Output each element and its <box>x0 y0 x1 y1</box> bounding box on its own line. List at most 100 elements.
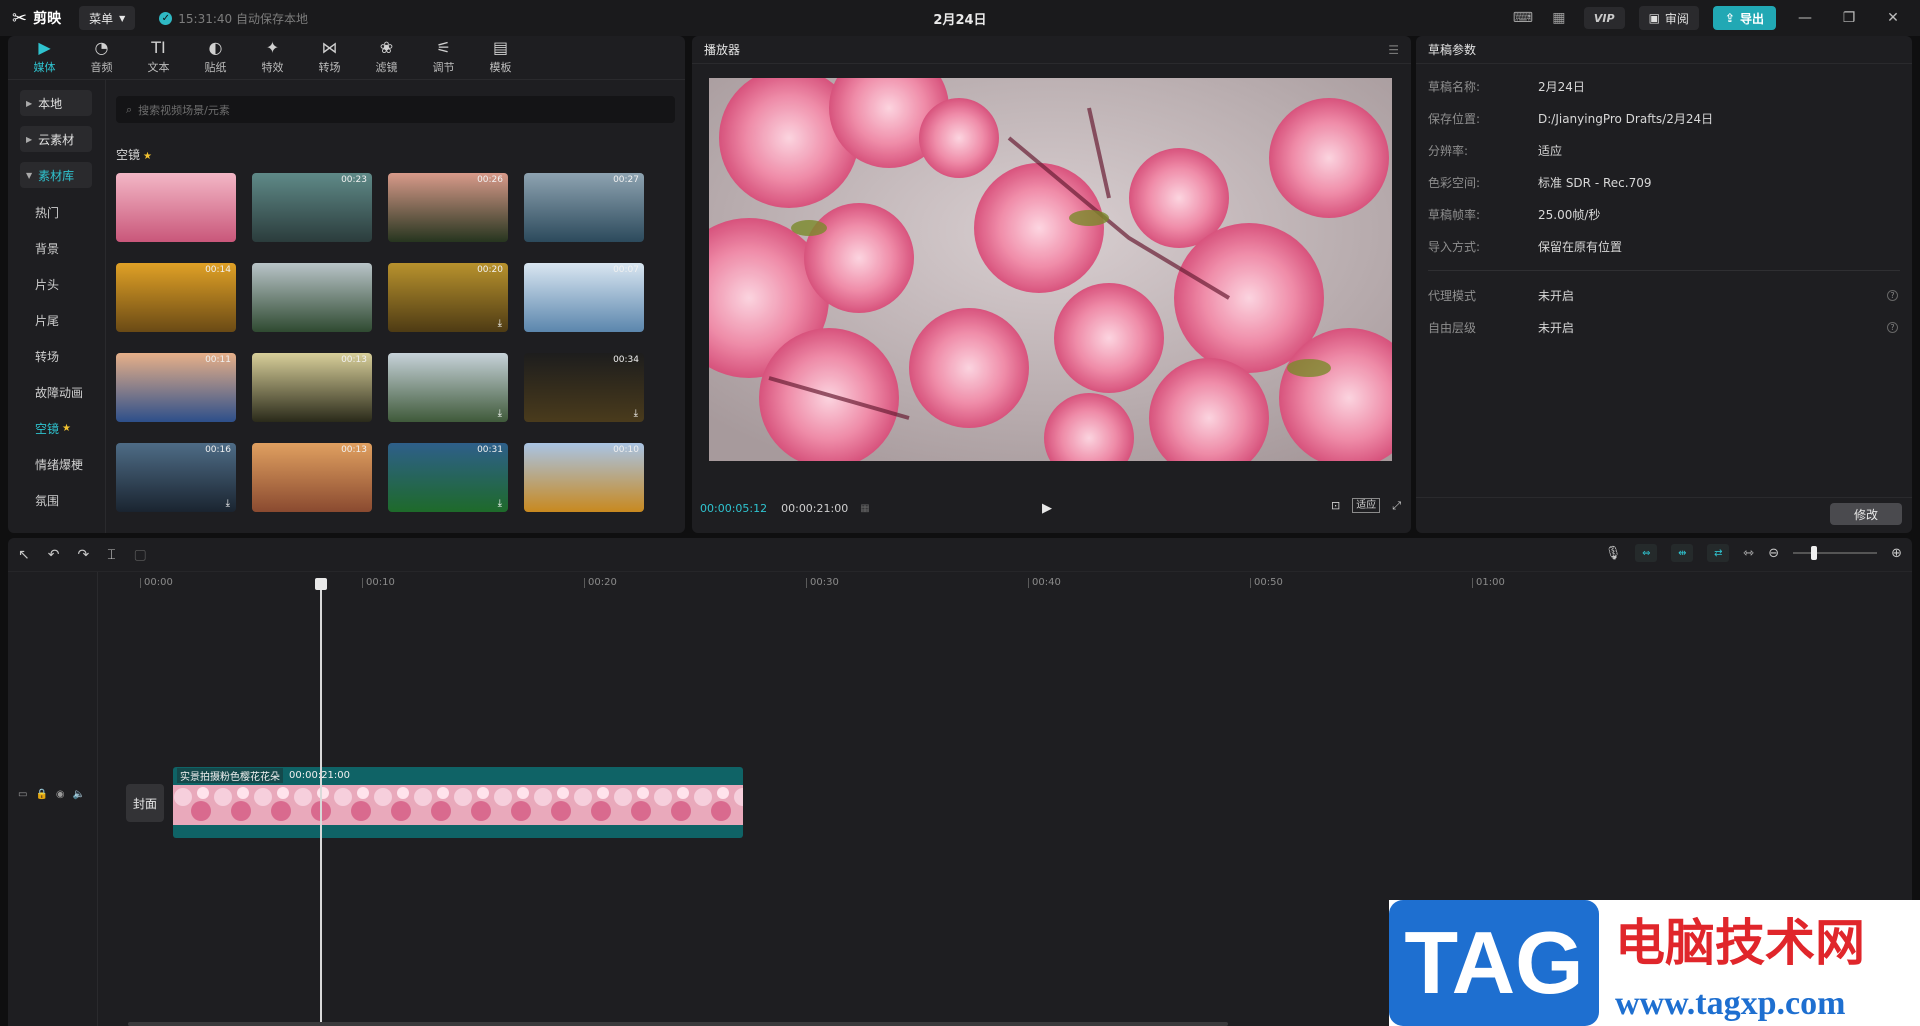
modify-button[interactable]: 修改 <box>1830 503 1902 525</box>
draft-param-row: 分辨率: 适应 <box>1416 134 1912 166</box>
search-input[interactable]: ⌕ 搜索视频场景/元素 <box>116 96 675 123</box>
keyboard-icon[interactable]: ⌨ <box>1512 7 1534 29</box>
download-icon[interactable]: ⤓ <box>498 318 502 329</box>
media-thumbnail[interactable]: 00:07 <box>524 263 644 332</box>
sidebar-item-outro[interactable]: 片尾 <box>35 302 105 338</box>
star-icon: ★ <box>143 151 152 162</box>
media-thumbnail[interactable]: 00:23 <box>252 173 372 242</box>
linkage-icon[interactable]: ⇄ <box>1707 544 1730 562</box>
media-thumbnail[interactable] <box>116 173 236 242</box>
sidebar-item-atmosphere[interactable]: 氛围 <box>35 482 105 518</box>
download-icon[interactable]: ⤓ <box>498 498 502 509</box>
media-thumbnail[interactable]: 00:13 <box>252 443 372 512</box>
video-clip[interactable]: 实景拍摄粉色樱花花朵 00:00:21:00 <box>173 767 743 838</box>
crop-icon[interactable]: ⊡ <box>1331 499 1340 512</box>
timecode-grid-icon[interactable]: ▦ <box>860 503 869 514</box>
media-thumbnail[interactable] <box>252 263 372 332</box>
media-thumbnail[interactable]: 00:14 <box>116 263 236 332</box>
time-ruler[interactable]: 00:00 00:10 00:20 00:30 00:40 00:50 01:00 <box>140 572 1912 594</box>
fullscreen-icon[interactable]: ⤢ <box>1392 499 1401 513</box>
param-value: 未开启 <box>1538 320 1575 335</box>
export-button[interactable]: ⇪ 导出 <box>1712 6 1776 30</box>
tab-audio[interactable]: ◔ 音频 <box>73 36 130 79</box>
sidebar-item-empty-shot[interactable]: 空镜 ★ <box>35 410 105 446</box>
media-thumbnail[interactable]: ⤓ <box>388 353 508 422</box>
zoom-out-icon[interactable]: ⊖ <box>1768 546 1779 561</box>
auto-snap-icon[interactable]: ⇹ <box>1671 544 1694 562</box>
tab-text[interactable]: TI 文本 <box>130 36 187 79</box>
tab-adjust[interactable]: ⚟ 调节 <box>415 36 472 79</box>
tab-sticker[interactable]: ◐ 贴纸 <box>187 36 244 79</box>
star-icon: ★ <box>62 422 71 434</box>
zoom-slider-knob[interactable] <box>1811 546 1818 560</box>
media-thumbnail[interactable]: 00:34 ⤓ <box>524 353 644 422</box>
download-icon[interactable]: ⤓ <box>226 498 230 509</box>
layout-icon[interactable]: ▦ <box>1548 7 1570 29</box>
play-icon[interactable]: ▶ <box>1042 501 1052 516</box>
media-thumbnail[interactable]: 00:26 <box>388 173 508 242</box>
zoom-in-icon[interactable]: ⊕ <box>1891 546 1902 561</box>
sidebar-local-button[interactable]: ▶ 本地 <box>20 90 92 116</box>
search-placeholder: 搜索视频场景/元素 <box>138 103 230 117</box>
cover-button[interactable]: 封面 <box>126 784 164 822</box>
tab-template[interactable]: ▤ 模板 <box>472 36 529 79</box>
track-controls: ▭ 🔒 ◉ 🔈 <box>18 789 85 800</box>
volume-icon[interactable]: 🔈 <box>73 789 85 800</box>
help-icon[interactable]: ? <box>1887 321 1898 333</box>
vip-badge[interactable]: VIP <box>1583 7 1625 29</box>
export-label: 导出 <box>1739 11 1764 26</box>
review-button[interactable]: ▣ 审阅 <box>1638 6 1699 30</box>
review-label: 审阅 <box>1664 11 1689 26</box>
minimize-icon[interactable]: — <box>1790 10 1820 26</box>
main-track-magnet-icon[interactable]: ⇔ <box>1635 544 1658 562</box>
eye-icon[interactable]: ◉ <box>56 789 65 800</box>
draft-header: 草稿参数 <box>1416 36 1912 64</box>
sidebar-item-emotion[interactable]: 情绪爆梗 <box>35 446 105 482</box>
media-thumbnail[interactable]: 00:31 ⤓ <box>388 443 508 512</box>
download-icon[interactable]: ⤓ <box>498 408 502 419</box>
playhead[interactable] <box>315 578 327 1024</box>
media-thumbnail[interactable]: 00:20 ⤓ <box>388 263 508 332</box>
lock-icon[interactable]: 🔒 <box>35 789 47 800</box>
undo-icon[interactable]: ↶ <box>48 547 60 563</box>
restore-icon[interactable]: ❐ <box>1834 10 1864 26</box>
playhead-handle[interactable] <box>315 578 327 590</box>
horizontal-scrollbar[interactable] <box>128 1022 1228 1026</box>
microphone-icon[interactable]: 🎙 <box>1605 546 1622 561</box>
sidebar-item-glitch[interactable]: 故障动画 <box>35 374 105 410</box>
menu-button[interactable]: 菜单 ▼ <box>79 6 136 30</box>
sidebar-library-button[interactable]: ▼ 素材库 <box>20 162 92 188</box>
sidebar-item-background[interactable]: 背景 <box>35 230 105 266</box>
media-thumbnail[interactable]: 00:27 <box>524 173 644 242</box>
thumbnail-duration: 00:31 <box>477 445 503 455</box>
text-icon: TI <box>151 38 166 57</box>
split-icon[interactable]: ⌶ <box>107 547 115 563</box>
fit-ratio-button[interactable]: 适应 <box>1352 498 1381 513</box>
player-controls: 00:00:05:12 00:00:21:00 ▦ ▶ ⊡ 适应 ⤢ <box>692 483 1411 533</box>
video-preview[interactable] <box>709 78 1392 461</box>
media-thumbnail[interactable]: 00:16 ⤓ <box>116 443 236 512</box>
menu-icon[interactable]: ☰ <box>1388 43 1399 57</box>
delete-icon[interactable]: ▢ <box>134 547 147 563</box>
media-thumbnail[interactable]: 00:10 <box>524 443 644 512</box>
tab-transition[interactable]: ⋈ 转场 <box>301 36 358 79</box>
draft-params-list: 草稿名称: 2月24日 保存位置: D:/JianyingPro Drafts/2月2… <box>1416 70 1912 262</box>
tab-label: 文本 <box>147 61 170 74</box>
sidebar-item-transition[interactable]: 转场 <box>35 338 105 374</box>
redo-icon[interactable]: ↷ <box>77 547 89 563</box>
tab-effects[interactable]: ✦ 特效 <box>244 36 301 79</box>
download-icon[interactable]: ⤓ <box>634 408 638 419</box>
track-type-icon[interactable]: ▭ <box>18 789 27 800</box>
sidebar-cloud-button[interactable]: ▶ 云素材 <box>20 126 92 152</box>
tab-filter[interactable]: ❀ 滤镜 <box>358 36 415 79</box>
tab-media[interactable]: ▶ 媒体 <box>16 36 73 79</box>
media-thumbnail[interactable]: 00:11 <box>116 353 236 422</box>
sidebar-item-hot[interactable]: 热门 <box>35 194 105 230</box>
preview-axis-icon[interactable]: ⇿ <box>1743 546 1754 561</box>
select-cursor-icon[interactable]: ↖ <box>18 547 30 563</box>
close-icon[interactable]: ✕ <box>1878 10 1908 26</box>
zoom-slider[interactable] <box>1793 546 1878 560</box>
help-icon[interactable]: ? <box>1887 289 1898 301</box>
media-thumbnail[interactable]: 00:13 <box>252 353 372 422</box>
sidebar-item-intro[interactable]: 片头 <box>35 266 105 302</box>
